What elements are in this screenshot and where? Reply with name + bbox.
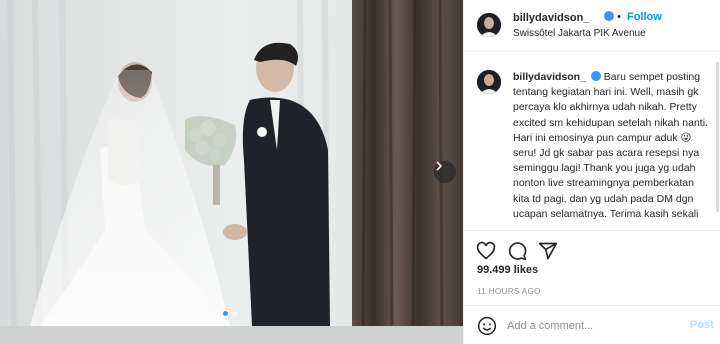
- carousel-next-button[interactable]: [434, 161, 456, 183]
- profile-photo-image: [477, 70, 501, 94]
- follow-button[interactable]: Follow: [627, 11, 662, 23]
- post-header: billydavidson_ • Follow Swissôtel Jakart…: [464, 0, 720, 52]
- post-timestamp[interactable]: 11 HOURS AGO: [477, 287, 541, 296]
- likes-count[interactable]: 99.499 likes: [477, 264, 538, 276]
- carousel-indicator: [223, 311, 237, 316]
- verified-badge-icon: [590, 71, 601, 81]
- instagram-post: billydavidson_ • Follow Swissôtel Jakart…: [0, 0, 720, 344]
- verified-badge-icon: [604, 11, 614, 21]
- avatar[interactable]: [477, 70, 501, 94]
- post-photo[interactable]: [0, 0, 463, 344]
- profile-photo-image: [477, 13, 501, 37]
- username-link[interactable]: billydavidson_: [513, 12, 589, 24]
- carousel-dot-active: [223, 311, 228, 316]
- comment-icon[interactable]: [507, 241, 527, 261]
- share-icon[interactable]: [538, 241, 558, 261]
- avatar[interactable]: [477, 13, 501, 37]
- chevron-right-icon: [436, 161, 443, 171]
- emoji-icon[interactable]: [477, 316, 497, 336]
- follow-group: • Follow: [602, 11, 662, 23]
- post-comment-button[interactable]: Post: [690, 319, 714, 331]
- heart-icon[interactable]: [476, 241, 496, 261]
- caption-username-link[interactable]: billydavidson_: [513, 71, 586, 83]
- add-comment-bar: Post: [464, 305, 720, 344]
- comment-input[interactable]: [507, 315, 672, 337]
- location-link[interactable]: Swissôtel Jakarta PIK Avenue: [513, 28, 646, 39]
- carousel-dot: [232, 311, 237, 316]
- comments-section[interactable]: billydavidson_ Baru sempet posting tenta…: [464, 52, 720, 230]
- post-sidebar: billydavidson_ • Follow Swissôtel Jakart…: [463, 0, 720, 344]
- caption-text: Baru sempet posting tentang kegiatan har…: [513, 71, 708, 220]
- wedding-photo-image: [0, 0, 463, 344]
- separator-dot: •: [617, 11, 621, 23]
- caption: billydavidson_ Baru sempet posting tenta…: [513, 70, 711, 222]
- comments-scrollbar[interactable]: [716, 62, 719, 212]
